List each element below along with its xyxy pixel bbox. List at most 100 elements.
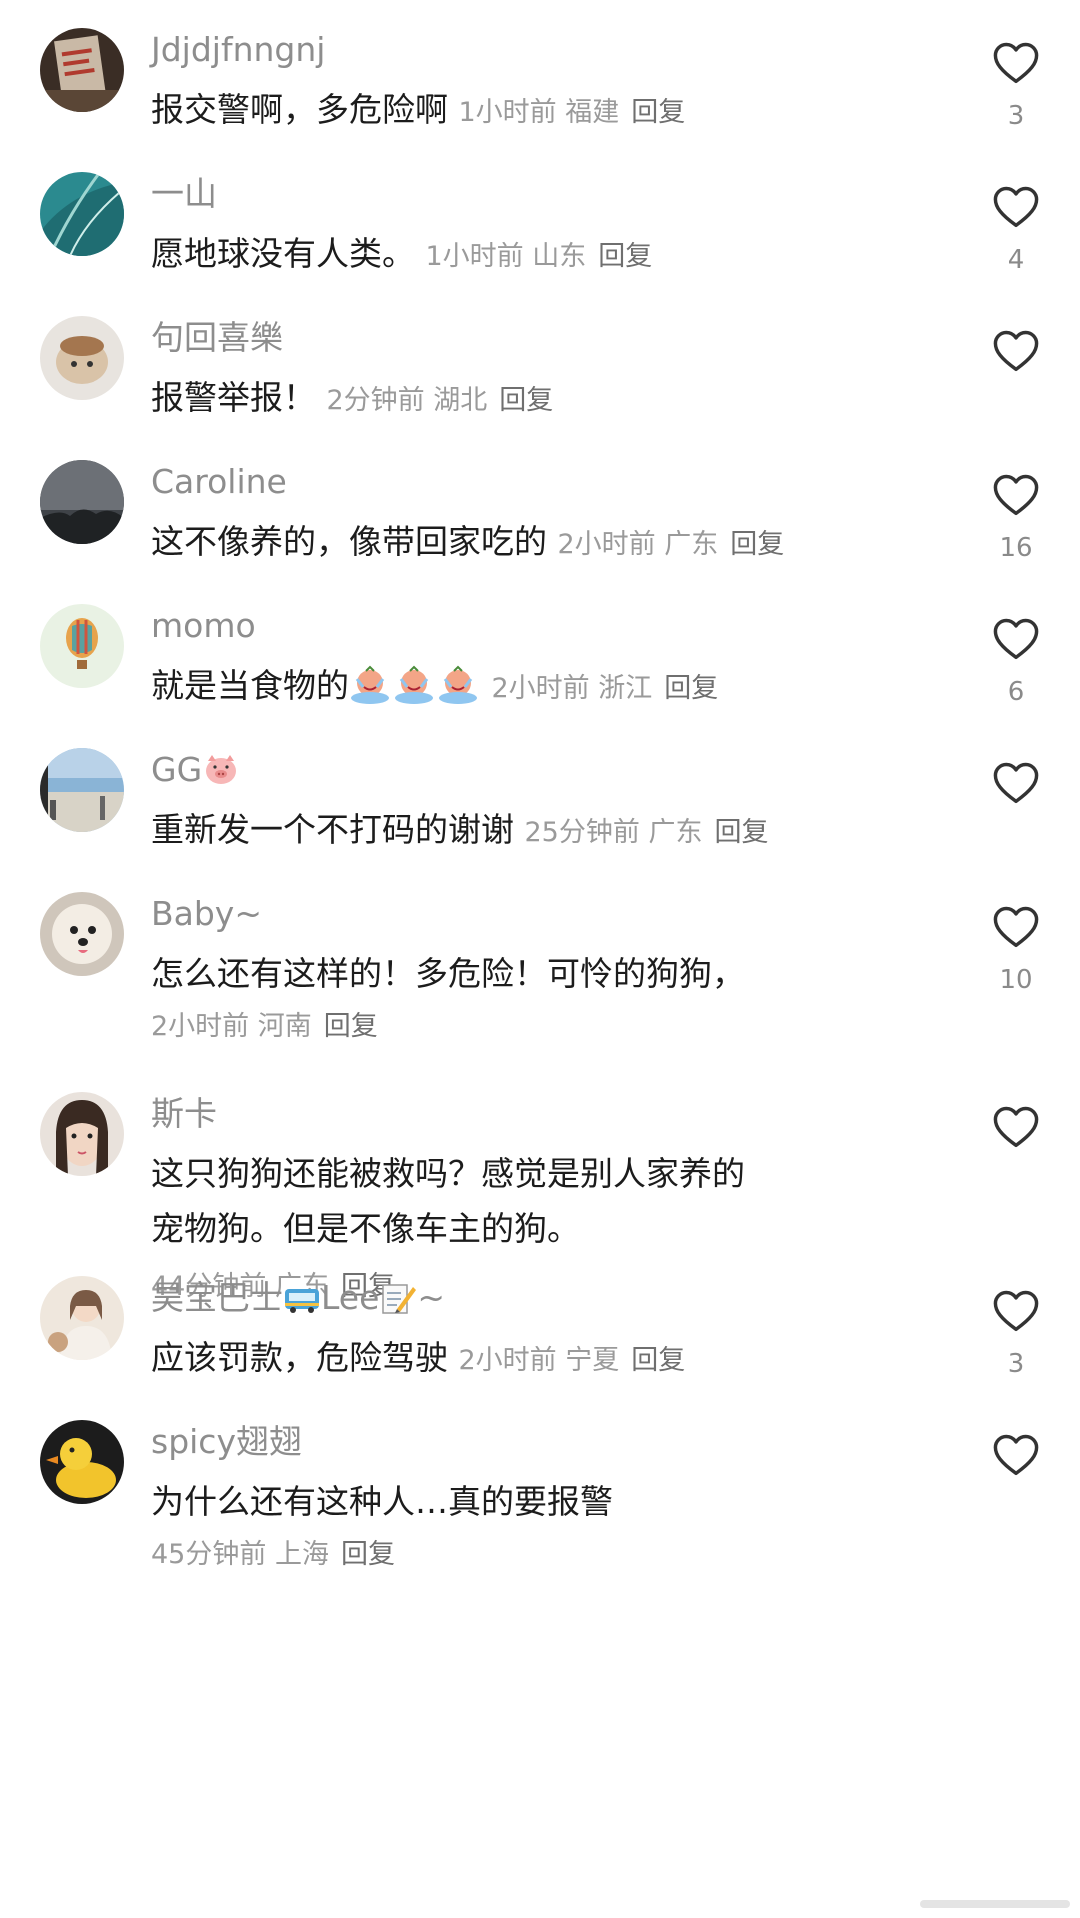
timestamp: 1小时前: [458, 97, 557, 128]
heart-outline-icon: [993, 618, 1039, 660]
timestamp: 2小时前: [491, 673, 590, 704]
crying-face-emoji: [439, 665, 477, 704]
username[interactable]: GG: [151, 748, 240, 792]
like-count: 6: [1007, 677, 1025, 707]
like-button[interactable]: [990, 182, 1042, 234]
avatar[interactable]: [40, 1276, 124, 1360]
username[interactable]: 昊宝巴士 Lee ~: [151, 1276, 445, 1320]
comment-meta: 2分钟前 湖北 回复: [327, 385, 554, 416]
region: 河南: [257, 1011, 312, 1042]
username[interactable]: Jdjdjfnngnj: [151, 28, 325, 72]
username[interactable]: momo: [151, 604, 256, 648]
region: 山东: [532, 241, 587, 272]
comment-meta: 2小时前 广东 回复: [558, 529, 785, 560]
reply-button[interactable]: 回复: [598, 241, 652, 272]
heart-outline-icon: [993, 1106, 1039, 1148]
like-button[interactable]: [990, 614, 1042, 666]
comment-meta: 1小时前 福建 回复: [459, 97, 686, 128]
comment-body[interactable]: 重新发一个不打码的谢谢 25分钟前 广东 回复: [151, 802, 911, 860]
like-button[interactable]: [990, 1102, 1042, 1154]
comment-meta: 2小时前 浙江 回复: [492, 673, 719, 704]
memo-emoji: [382, 1284, 417, 1314]
like-button[interactable]: [990, 1286, 1042, 1338]
region: 浙江: [598, 673, 653, 704]
comment-meta: 2小时前 河南 回复: [151, 1005, 911, 1049]
reply-button[interactable]: 回复: [714, 817, 768, 848]
comment-body[interactable]: 愿地球没有人类。 1小时前 山东 回复: [151, 226, 911, 284]
avatar[interactable]: [40, 1092, 124, 1176]
reply-button[interactable]: 回复: [664, 673, 718, 704]
avatar[interactable]: [40, 172, 124, 256]
like-count: 4: [1007, 245, 1025, 275]
reply-button[interactable]: 回复: [499, 385, 553, 416]
like-count: 3: [1007, 101, 1025, 131]
region: 上海: [274, 1539, 329, 1570]
timestamp: 2小时前: [557, 529, 656, 560]
username[interactable]: 斯卡: [151, 1092, 217, 1136]
region: 广东: [648, 817, 703, 848]
timestamp: 2小时前: [458, 1345, 557, 1376]
like-button[interactable]: [990, 38, 1042, 90]
pig-face-emoji: [206, 755, 237, 784]
like-button[interactable]: [990, 326, 1042, 378]
home-indicator: [920, 1900, 1070, 1908]
bus-emoji: [285, 1289, 319, 1313]
heart-outline-icon: [993, 906, 1039, 948]
like-button[interactable]: [990, 902, 1042, 954]
comment-text: 报交警啊，多危险啊: [151, 90, 448, 129]
timestamp: 45分钟前: [151, 1539, 267, 1570]
username[interactable]: Caroline: [151, 460, 287, 504]
comment-text: 重新发一个不打码的谢谢: [151, 810, 514, 849]
reply-button[interactable]: 回复: [631, 97, 685, 128]
avatar[interactable]: [40, 604, 124, 688]
timestamp: 1小时前: [425, 241, 524, 272]
reply-button[interactable]: 回复: [631, 1345, 685, 1376]
heart-outline-icon: [993, 474, 1039, 516]
comment-body[interactable]: 这不像养的，像带回家吃的 2小时前 广东 回复: [151, 514, 911, 572]
comment-body[interactable]: 报警举报！ 2分钟前 湖北 回复: [151, 370, 911, 428]
comment-text: 愿地球没有人类。: [151, 234, 415, 273]
like-button[interactable]: [990, 470, 1042, 522]
comment-meta: 25分钟前 广东 回复: [525, 817, 769, 848]
comment-body[interactable]: 应该罚款，危险驾驶 2小时前 宁夏 回复: [151, 1330, 911, 1388]
comment-text: 这不像养的，像带回家吃的: [151, 522, 547, 561]
comment-meta: 1小时前 山东 回复: [426, 241, 653, 272]
like-button[interactable]: [990, 758, 1042, 810]
avatar[interactable]: [40, 316, 124, 400]
heart-outline-icon: [993, 330, 1039, 372]
avatar[interactable]: [40, 460, 124, 544]
comment-text: 报警举报！: [151, 378, 316, 417]
like-count: 10: [999, 965, 1033, 995]
timestamp: 2小时前: [151, 1011, 250, 1042]
heart-outline-icon: [993, 762, 1039, 804]
comment-text: 为什么还有这种人…真的要报警: [151, 1482, 613, 1521]
comment-body[interactable]: 为什么还有这种人…真的要报警 45分钟前 上海 回复: [151, 1474, 911, 1577]
heart-outline-icon: [993, 186, 1039, 228]
comment-body[interactable]: 报交警啊，多危险啊 1小时前 福建 回复: [151, 82, 911, 140]
crying-face-emoji: [351, 665, 389, 704]
username[interactable]: Baby~: [151, 892, 262, 936]
heart-outline-icon: [993, 1434, 1039, 1476]
username[interactable]: 一山: [151, 172, 217, 216]
username[interactable]: spicy翅翅: [151, 1420, 302, 1464]
reply-button[interactable]: 回复: [341, 1539, 395, 1570]
reply-button[interactable]: 回复: [324, 1011, 378, 1042]
comment-meta: 2小时前 宁夏 回复: [459, 1345, 686, 1376]
like-button[interactable]: [990, 1430, 1042, 1482]
avatar[interactable]: [40, 28, 124, 112]
avatar[interactable]: [40, 748, 124, 832]
comment-text: 怎么还有这样的！多危险！可怜的狗狗，: [151, 954, 745, 993]
like-count: 16: [999, 533, 1033, 563]
avatar[interactable]: [40, 1420, 124, 1504]
region: 广东: [664, 529, 719, 560]
username[interactable]: 句回喜樂: [151, 316, 283, 360]
avatar[interactable]: [40, 892, 124, 976]
reply-button[interactable]: 回复: [730, 529, 784, 560]
heart-outline-icon: [993, 42, 1039, 84]
comment-body[interactable]: 怎么还有这样的！多危险！可怜的狗狗， 2小时前 河南 回复: [151, 946, 911, 1049]
timestamp: 2分钟前: [326, 385, 425, 416]
like-count: 3: [1007, 1349, 1025, 1379]
comment-body[interactable]: 就是当食物的 2小时前 浙江 回复: [151, 658, 911, 716]
comment-text: 这只狗狗还能被救吗？感觉是别人家养的宠物狗。但是不像车主的狗。: [151, 1154, 745, 1248]
comment-text: 应该罚款，危险驾驶: [151, 1338, 448, 1377]
